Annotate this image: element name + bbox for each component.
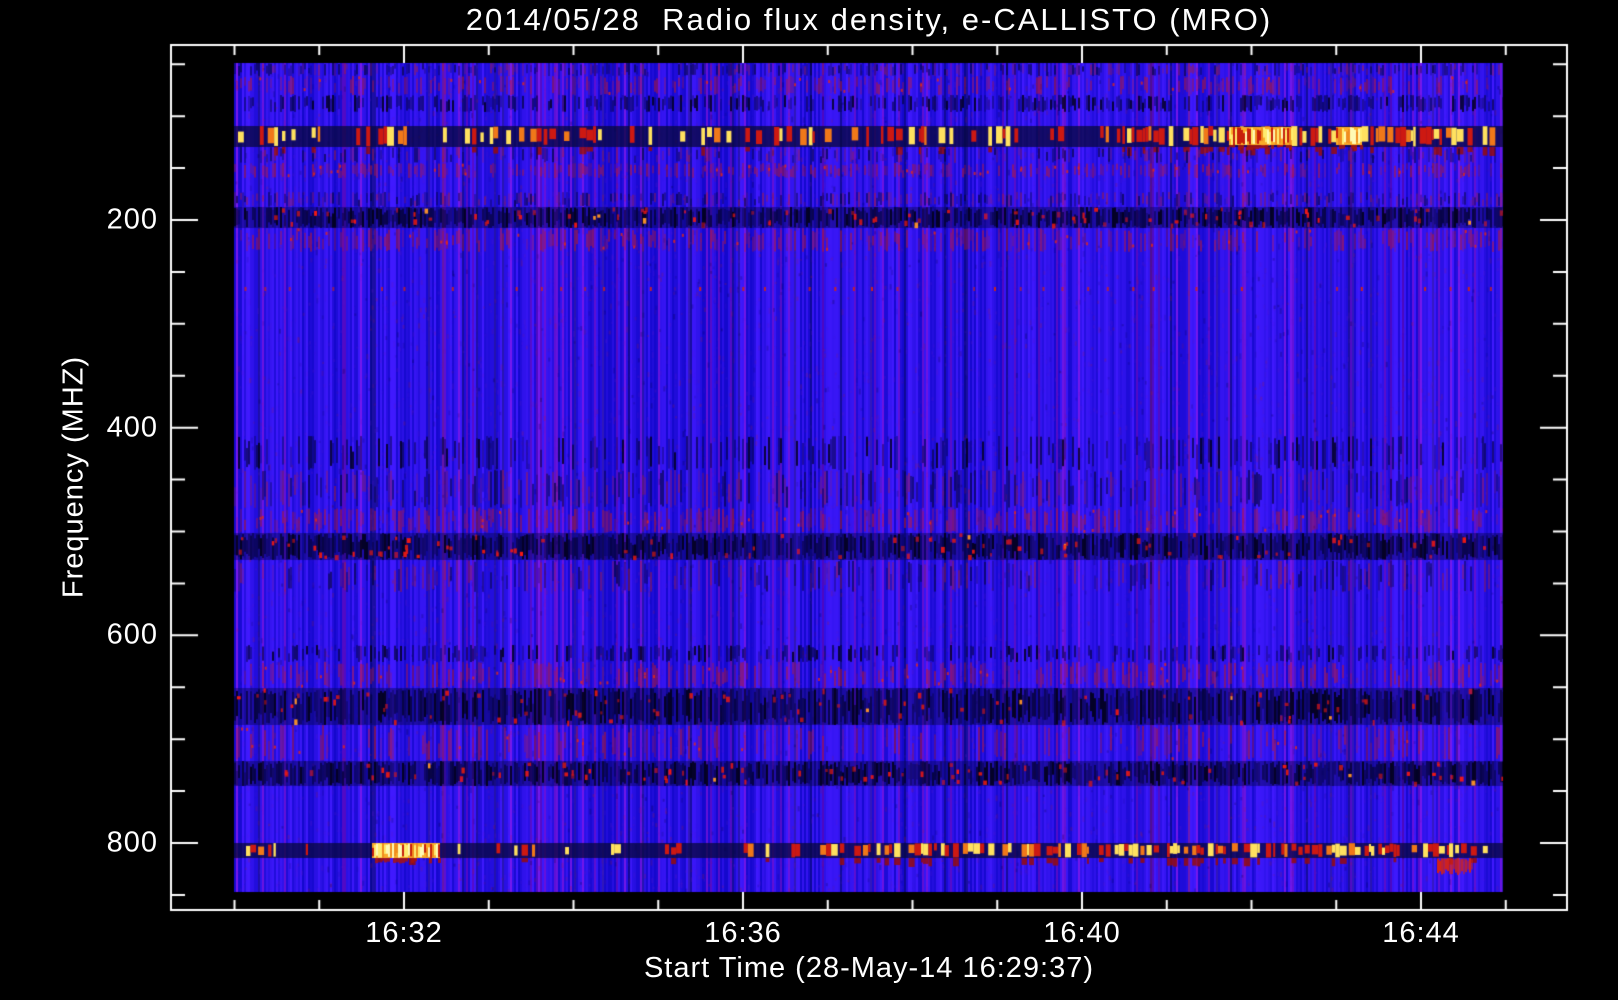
chart-title: 2014/05/28 Radio flux density, e-CALLIST… xyxy=(465,2,1273,37)
y-axis-label: Frequency (MHZ) xyxy=(57,355,90,599)
y-tick-label: 600 xyxy=(106,618,158,651)
x-axis-label: Start Time (28-May-14 16:29:37) xyxy=(643,952,1095,984)
x-tick-label: 16:44 xyxy=(1382,917,1460,949)
y-tick-label: 800 xyxy=(106,826,158,859)
x-tick-label: 16:36 xyxy=(704,917,782,949)
y-tick-label: 400 xyxy=(106,411,158,444)
y-tick-label: 200 xyxy=(106,203,158,236)
spectrogram-canvas xyxy=(0,0,1618,1000)
spectrogram-figure: 2014/05/28 Radio flux density, e-CALLIST… xyxy=(0,0,1618,1000)
x-tick-label: 16:40 xyxy=(1043,917,1121,949)
x-tick-label: 16:32 xyxy=(365,917,443,949)
